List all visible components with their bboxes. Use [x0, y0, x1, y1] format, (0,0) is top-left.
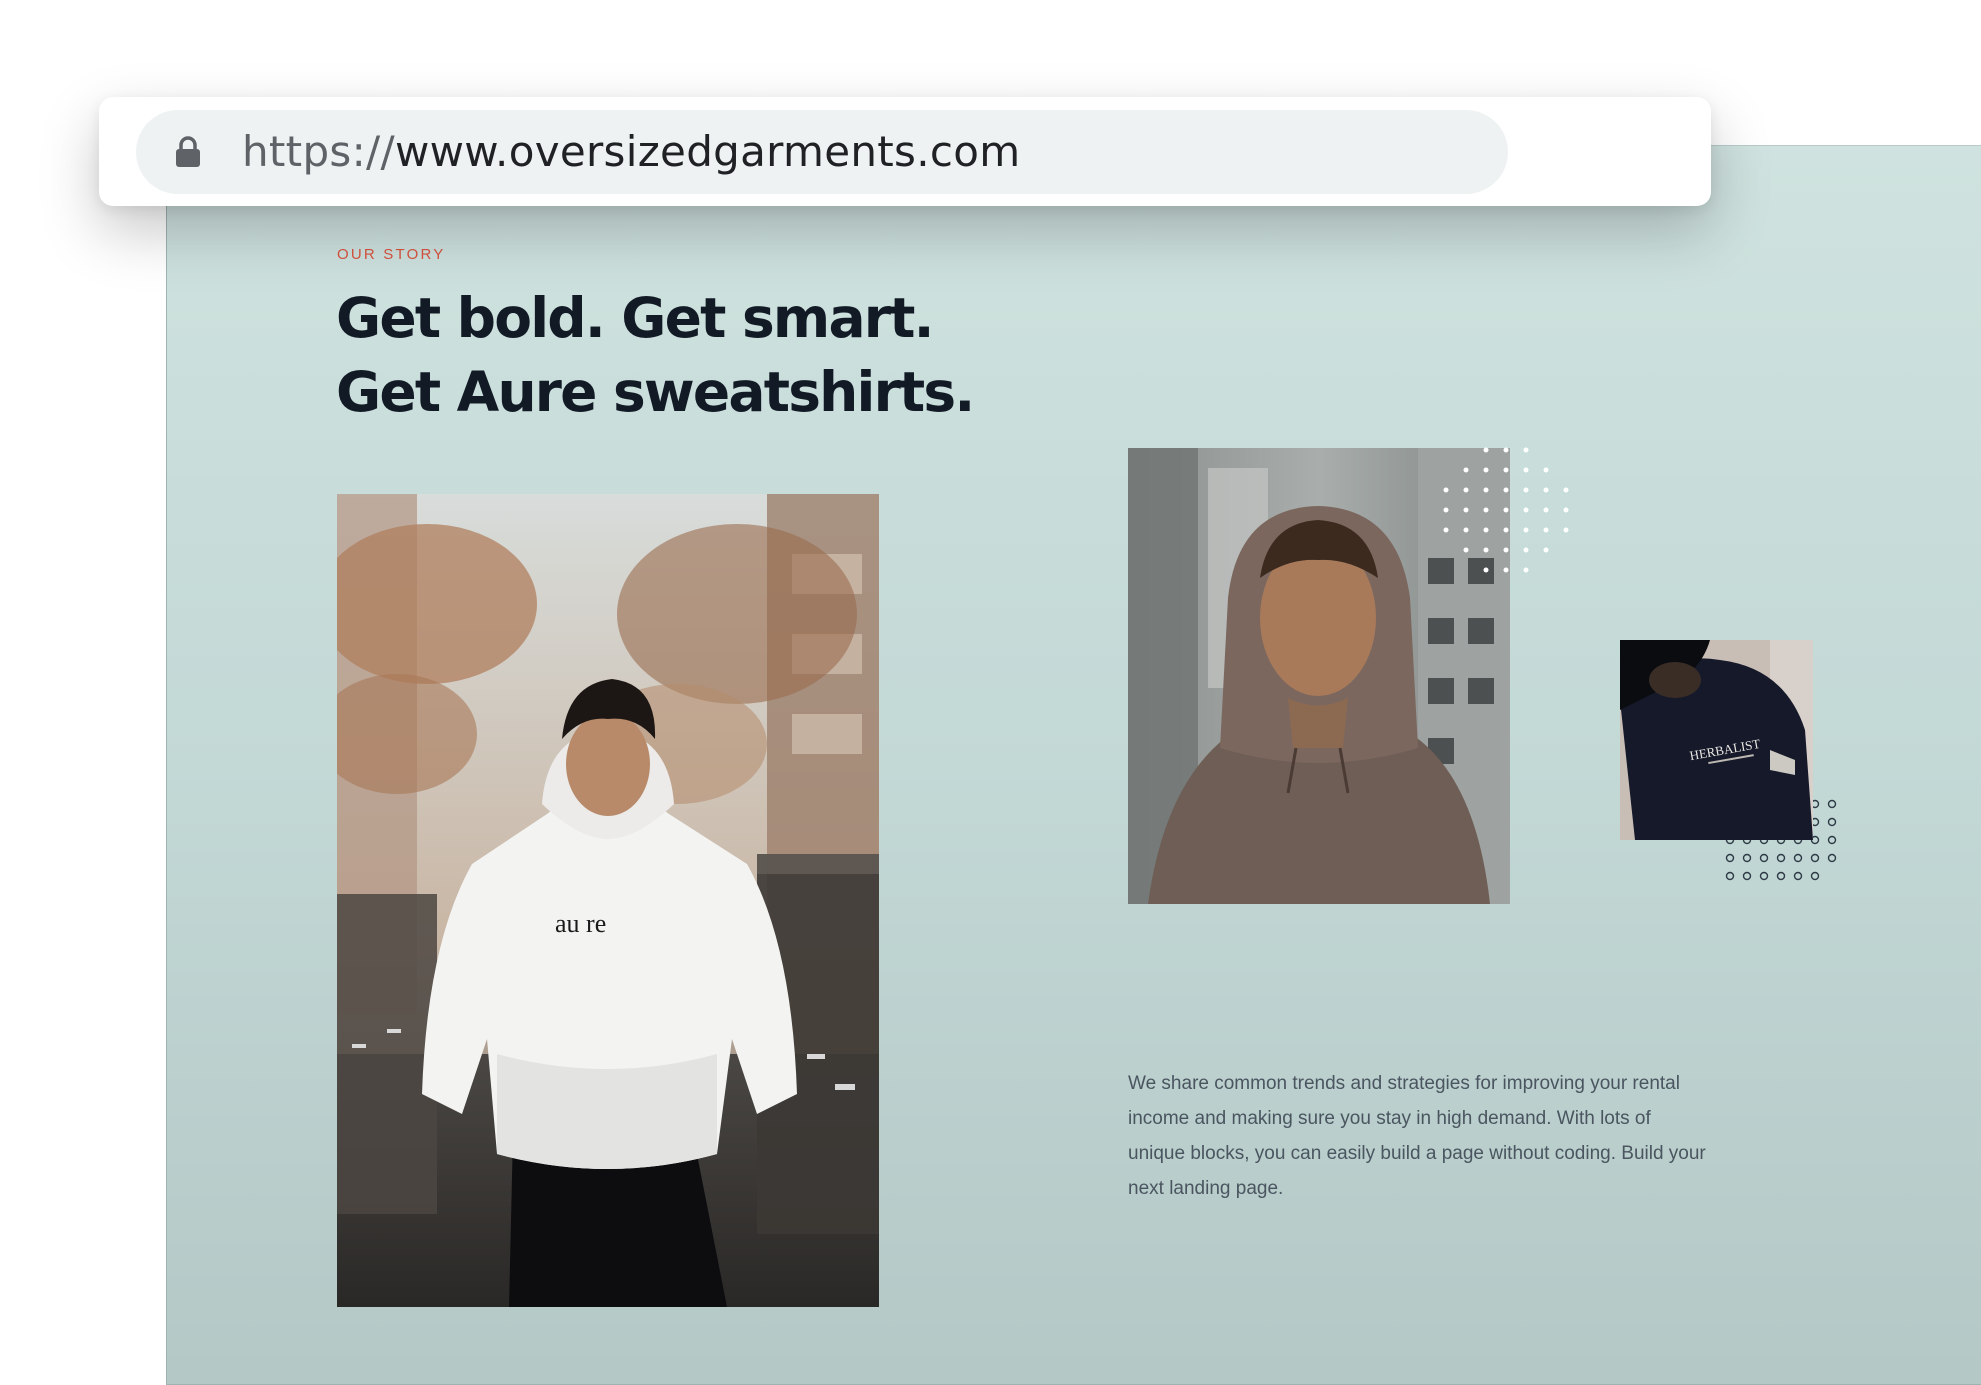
landing-page: OUR STORY Get bold. Get smart. Get Aure … — [166, 145, 1981, 1385]
headline-line-1: Get bold. Get smart. — [336, 286, 934, 350]
photo-man-white-hoodie: au re — [337, 494, 879, 1307]
url-host: www.oversizedgarments.com — [394, 127, 1021, 176]
url-scheme: https:// — [242, 127, 395, 176]
photo-navy-hoodie: HERBALIST — [1620, 640, 1813, 840]
browser-address-bar: https://www.oversizedgarments.com — [99, 97, 1711, 206]
page-headline: Get bold. Get smart. Get Aure sweatshirt… — [336, 281, 1236, 429]
decorative-dot-pattern-white — [1443, 447, 1569, 573]
section-body-text: We share common trends and strategies fo… — [1128, 1073, 1706, 1199]
headline-line-2: Get Aure sweatshirts. — [336, 360, 975, 424]
url-field[interactable]: https://www.oversizedgarments.com — [136, 110, 1508, 194]
url-text[interactable]: https://www.oversizedgarments.com — [242, 126, 1020, 178]
hoodie-print-text: au re — [555, 909, 606, 938]
lock-icon — [176, 136, 200, 167]
section-eyebrow: OUR STORY — [337, 246, 446, 263]
